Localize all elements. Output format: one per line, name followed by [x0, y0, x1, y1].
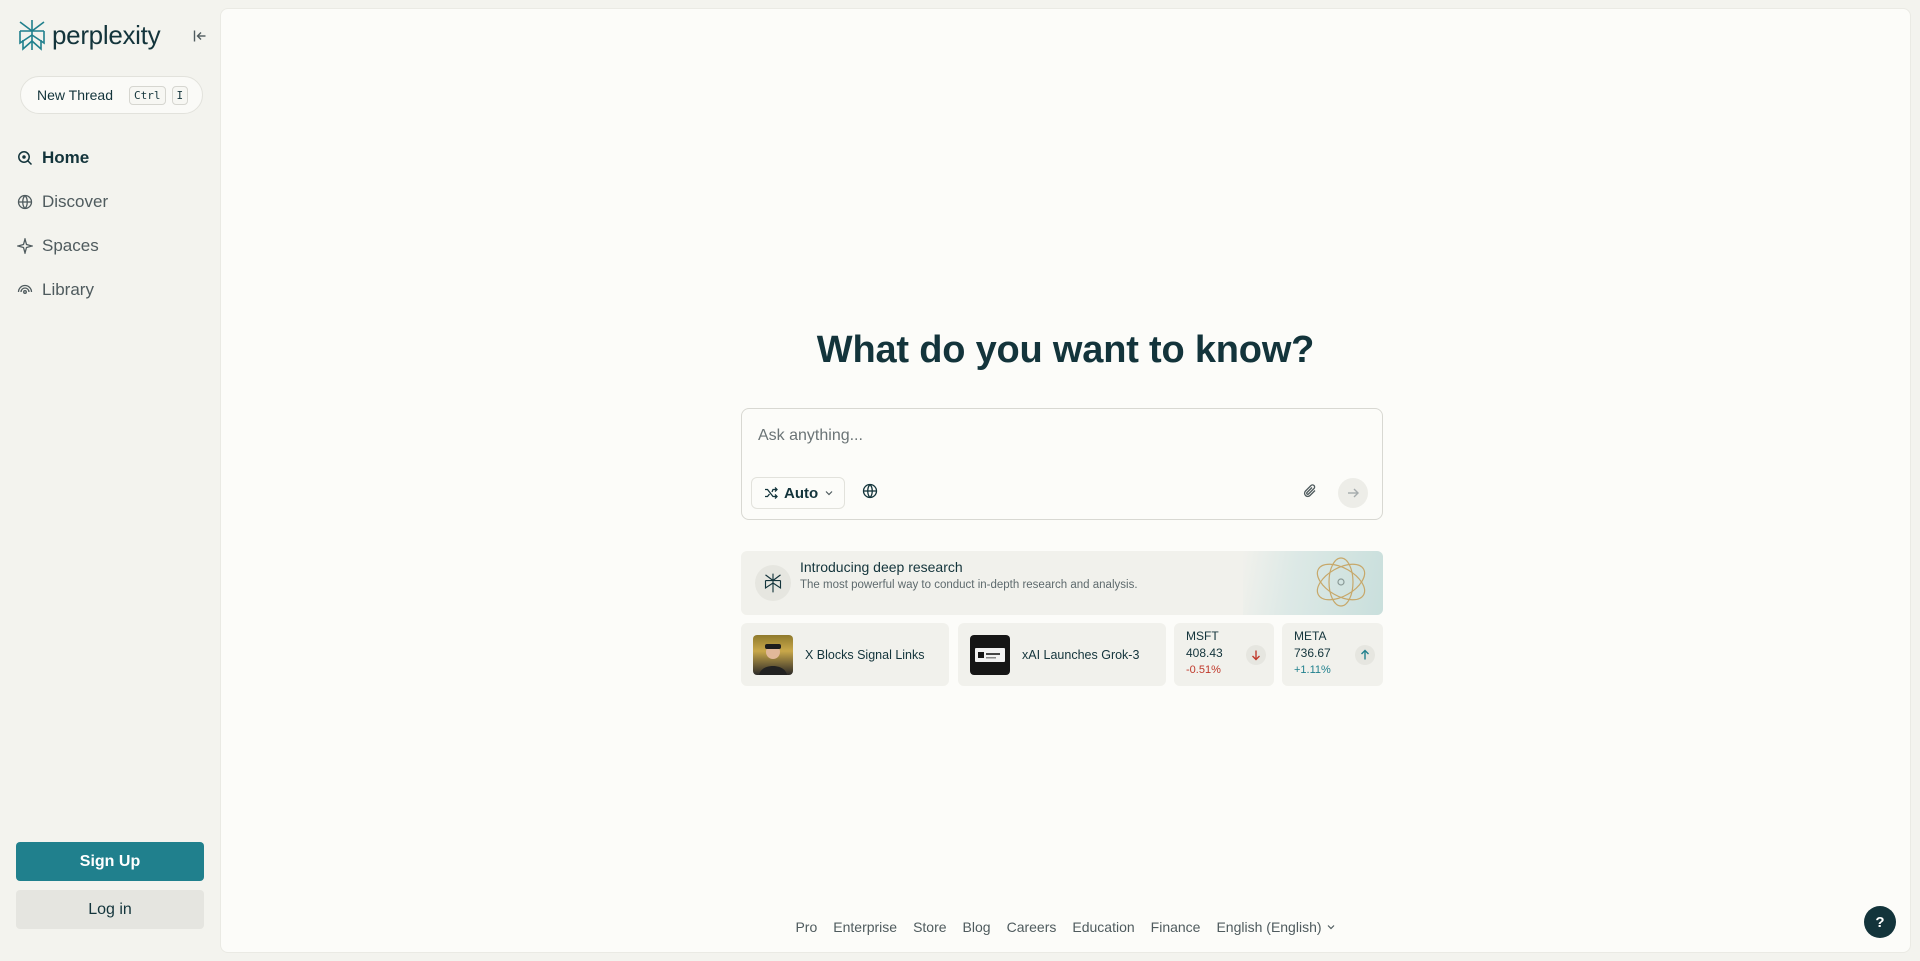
stock-card-meta[interactable]: META 736.67 +1.11% [1282, 623, 1383, 686]
logo[interactable]: perplexity [18, 18, 161, 52]
arrow-up-icon [1355, 645, 1375, 665]
news-title: X Blocks Signal Links [805, 647, 925, 662]
sidebar-item-label: Home [42, 148, 90, 167]
shuffle-icon [765, 487, 778, 499]
footer-link-careers[interactable]: Careers [1007, 919, 1057, 935]
arrow-down-icon [1246, 645, 1266, 665]
paperclip-icon [1303, 484, 1316, 498]
sign-up-button[interactable]: Sign Up [16, 842, 204, 881]
stock-ticker: META [1294, 629, 1327, 643]
shortcut-key-i: I [171, 85, 189, 105]
stock-ticker: MSFT [1186, 629, 1219, 643]
news-card[interactable]: xAI Launches Grok-3 [958, 623, 1166, 686]
promo-description: The most powerful way to conduct in-dept… [800, 579, 1138, 591]
news-card[interactable]: X Blocks Signal Links [741, 623, 949, 686]
stock-price: 408.43 [1186, 646, 1223, 660]
sidebar-item-spaces[interactable]: Spaces [16, 224, 108, 268]
sidebar-item-library[interactable]: Library [16, 268, 108, 312]
globe-icon [16, 193, 34, 211]
orbit-art-icon [1316, 557, 1366, 607]
attach-file-button[interactable] [1302, 483, 1322, 503]
logo-text: perplexity [52, 19, 161, 50]
stock-change: +1.11% [1294, 664, 1331, 676]
footer-link-education[interactable]: Education [1072, 919, 1134, 935]
language-selector[interactable]: English (English) [1216, 919, 1335, 935]
collapse-sidebar-button[interactable] [188, 24, 212, 48]
sources-button[interactable] [862, 483, 882, 503]
sidebar: perplexity New Thread Ctrl I Home Discov… [0, 0, 220, 961]
search-mode-dropdown[interactable]: Auto [751, 477, 845, 509]
news-thumbnail [970, 634, 1010, 675]
sidebar-item-label: Spaces [42, 236, 99, 255]
stock-price: 736.67 [1294, 646, 1331, 660]
sidebar-item-discover[interactable]: Discover [16, 180, 108, 224]
deep-research-banner[interactable]: Introducing deep research The most power… [741, 551, 1383, 615]
sidebar-item-label: Library [42, 280, 94, 299]
home-search-icon [16, 149, 34, 167]
log-in-button[interactable]: Log in [16, 890, 204, 929]
sidebar-nav: Home Discover Spaces Library [16, 136, 108, 312]
shortcut-key-ctrl: Ctrl [129, 85, 166, 105]
sidebar-item-home[interactable]: Home [16, 136, 108, 180]
footer-link-store[interactable]: Store [913, 919, 946, 935]
help-button[interactable]: ? [1864, 906, 1896, 938]
language-label: English (English) [1216, 919, 1322, 935]
spaces-icon [16, 237, 34, 255]
submit-button[interactable] [1338, 478, 1368, 508]
arrow-right-icon [1348, 488, 1359, 498]
new-thread-label: New Thread [37, 87, 114, 103]
promo-title: Introducing deep research [800, 559, 963, 575]
stock-change: -0.51% [1186, 664, 1221, 676]
search-box: Auto [741, 408, 1383, 520]
chevron-down-icon [825, 491, 833, 496]
main-panel: What do you want to know? Auto [220, 8, 1911, 953]
sidebar-item-label: Discover [42, 192, 109, 211]
footer-link-enterprise[interactable]: Enterprise [833, 919, 897, 935]
collapse-icon [193, 30, 206, 42]
deep-research-icon [755, 565, 791, 601]
news-thumbnail [753, 634, 793, 675]
perplexity-logo-icon [19, 20, 45, 51]
footer-links: Pro Enterprise Store Blog Careers Educat… [221, 919, 1910, 935]
globe-icon [862, 483, 878, 499]
library-icon [16, 281, 34, 299]
promo-artwork [1243, 551, 1383, 615]
search-mode-label: Auto [784, 484, 819, 502]
stock-card-msft[interactable]: MSFT 408.43 -0.51% [1174, 623, 1274, 686]
chevron-down-icon [1327, 925, 1334, 930]
search-input[interactable] [758, 423, 1358, 449]
new-thread-button[interactable]: New Thread Ctrl I [20, 76, 203, 114]
footer-link-finance[interactable]: Finance [1151, 919, 1201, 935]
footer-link-blog[interactable]: Blog [963, 919, 991, 935]
page-title: What do you want to know? [816, 329, 1315, 371]
footer-link-pro[interactable]: Pro [795, 919, 817, 935]
news-title: xAI Launches Grok-3 [1022, 647, 1140, 662]
